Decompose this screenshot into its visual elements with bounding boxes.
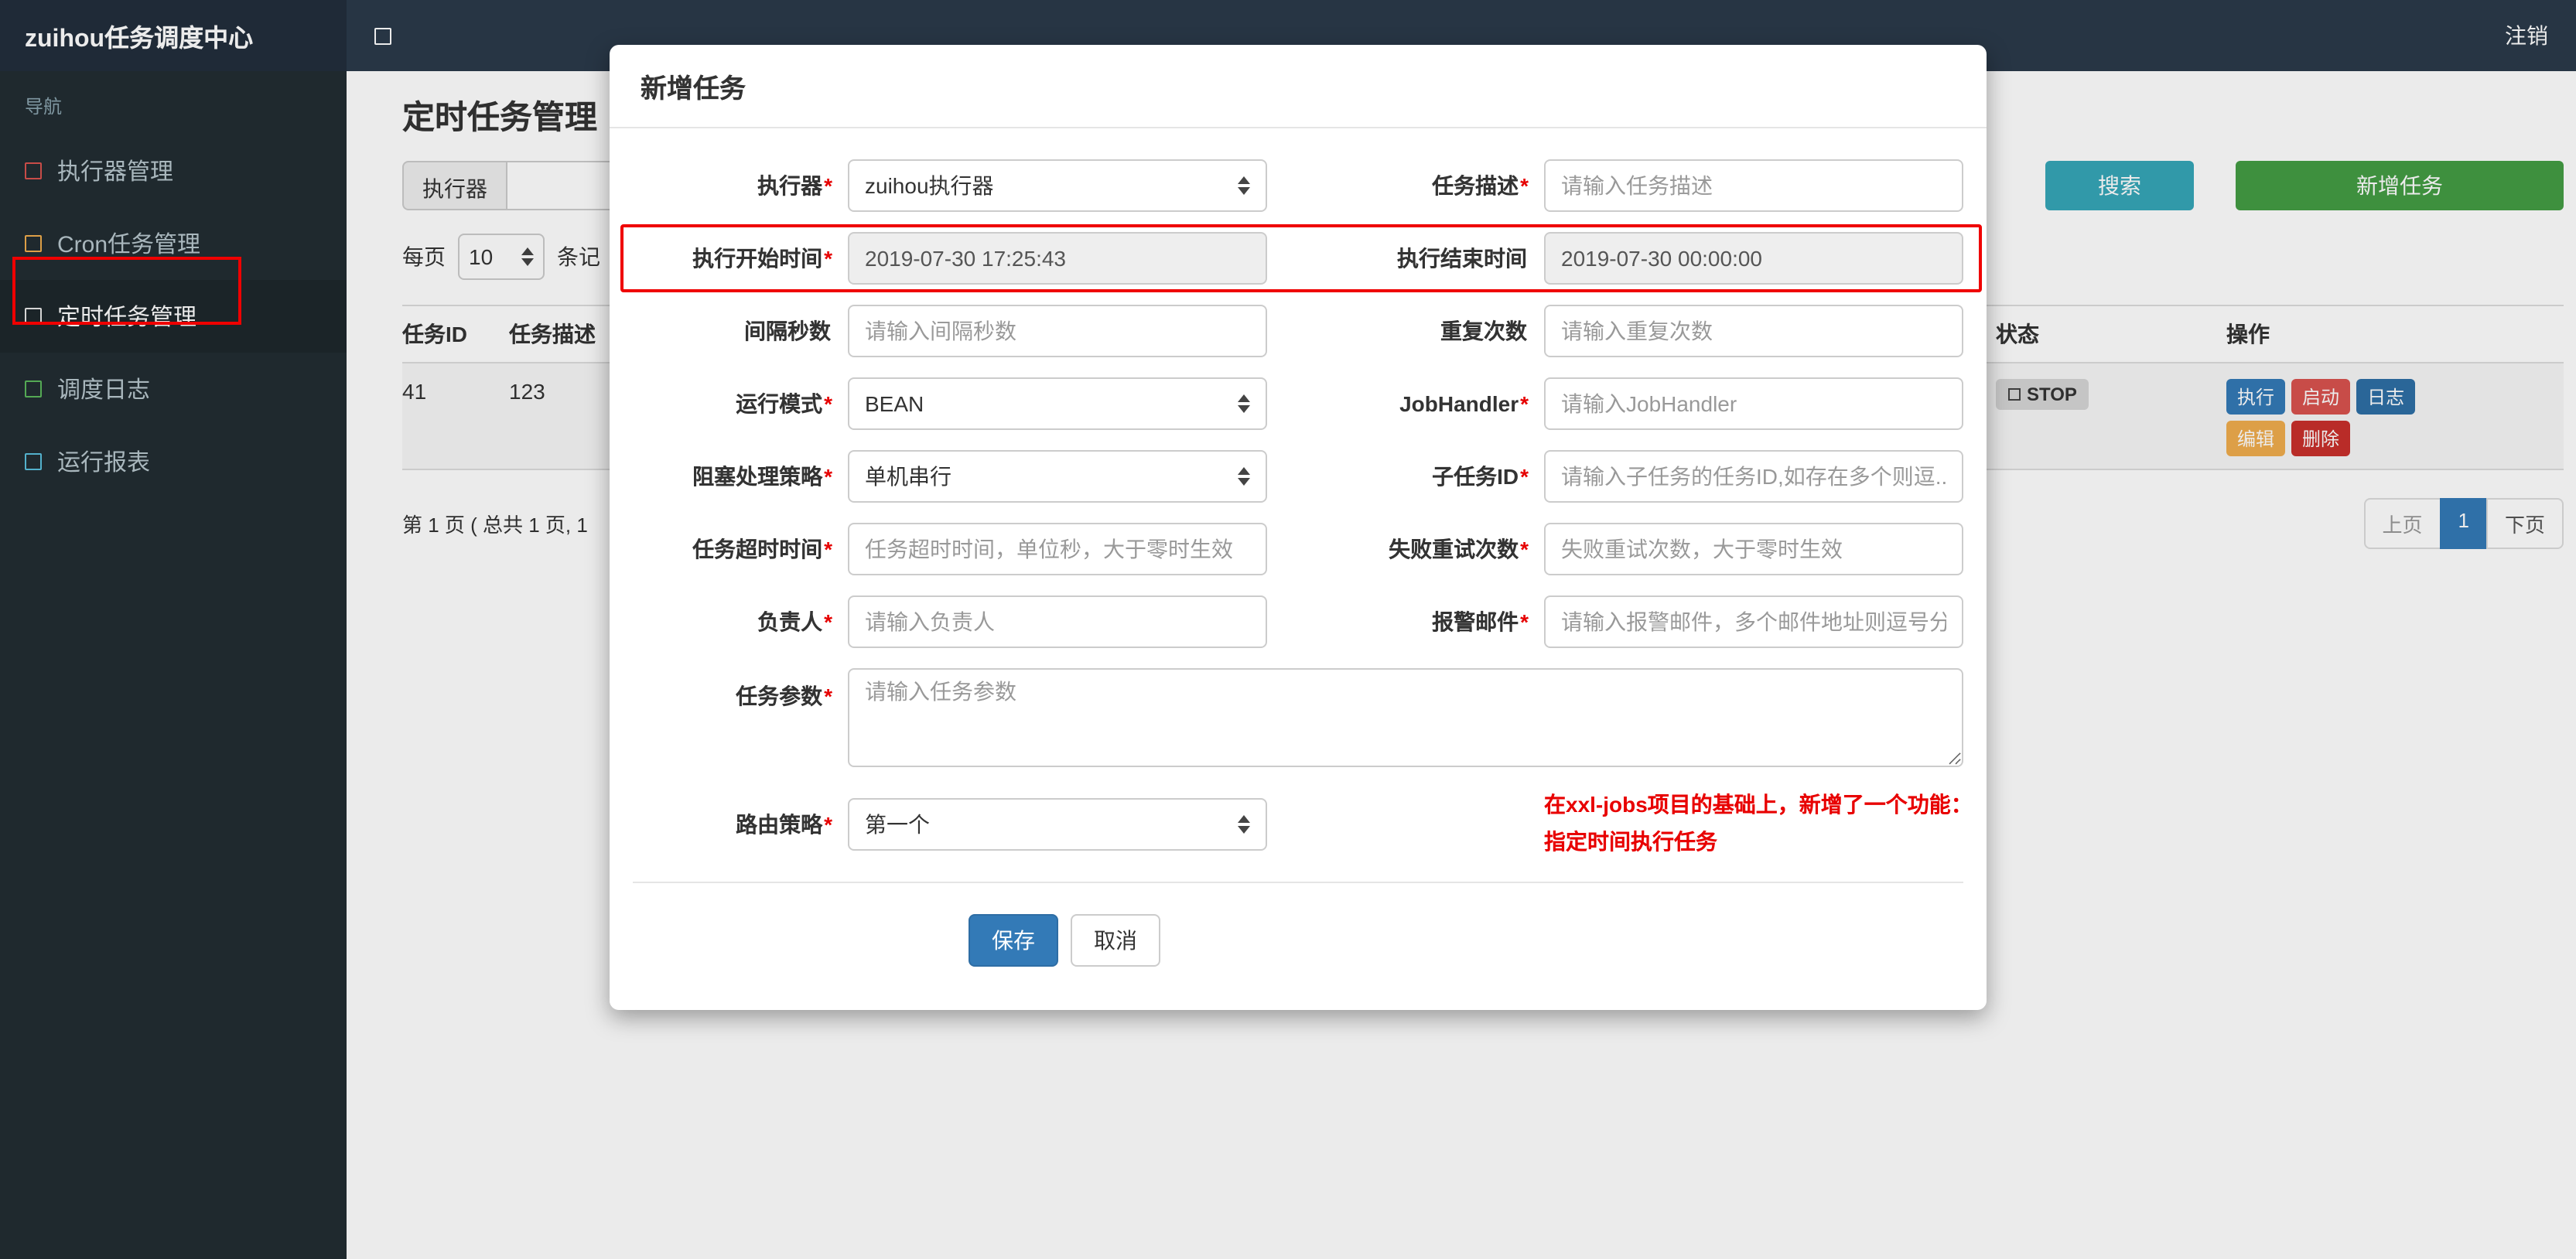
start-time-input[interactable] — [848, 232, 1267, 285]
form-row-owner-email: 负责人* 报警邮件* — [633, 595, 1963, 648]
job-desc-input[interactable] — [1544, 159, 1963, 212]
timeout-input[interactable] — [848, 523, 1267, 575]
form-row-block-childjob: 阻塞处理策略 * 单机串行 子任务ID * — [633, 450, 1963, 503]
block-strategy-label: 阻塞处理策略 * — [692, 464, 832, 489]
modal-body: 执行器* zuihou执行器 任务描述* 执行开始时间* 执行结束时间 间隔秒数… — [610, 128, 1987, 1009]
save-button[interactable]: 保存 — [969, 913, 1058, 967]
form-row-job-param: 任务参数 * — [633, 668, 1963, 767]
modal-divider — [633, 881, 1963, 883]
repeat-label: 重复次数 — [1440, 319, 1527, 343]
owner-label: 负责人 * — [757, 609, 832, 634]
alarm-email-label: 报警邮件 * — [1432, 609, 1529, 634]
route-strategy-select[interactable]: 第一个 — [848, 797, 1267, 851]
executor-select[interactable]: zuihou执行器 — [848, 159, 1267, 212]
modal-title: 新增任务 — [641, 74, 746, 104]
interval-label: 间隔秒数 — [744, 319, 831, 343]
add-task-modal: 新增任务 执行器* zuihou执行器 任务描述* 执行开始时间* 执行结束时间 — [610, 45, 1987, 1010]
feature-note: 在xxl-jobs项目的基础上，新增了一个功能： 指定时间执行任务 — [1544, 792, 1973, 854]
form-row-interval-repeat: 间隔秒数 重复次数 — [633, 305, 1963, 357]
form-row-executor-desc: 执行器 * zuihou执行器 任务描述 * — [633, 159, 1963, 212]
modal-header: 新增任务 — [610, 45, 1987, 128]
form-row-time: 执行开始时间* 执行结束时间 — [620, 224, 1982, 292]
executor-label: 执行器 * — [757, 173, 832, 198]
select-caret-icon — [1238, 814, 1250, 834]
job-desc-label: 任务描述 * — [1432, 173, 1529, 198]
form-row-route-strategy: 路由策略 * 第一个 在xxl-jobs项目的基础上，新增了一个功能： 指定时间执… — [633, 787, 1973, 861]
child-job-label: 子任务ID * — [1432, 464, 1529, 489]
block-strategy-select[interactable]: 单机串行 — [848, 450, 1267, 503]
retry-input[interactable] — [1544, 523, 1963, 575]
job-handler-input[interactable] — [1544, 377, 1963, 430]
repeat-input[interactable] — [1544, 305, 1963, 357]
select-caret-icon — [1238, 467, 1250, 486]
interval-input[interactable] — [848, 305, 1267, 357]
form-row-timeout-retry: 任务超时时间* 失败重试次数* — [633, 523, 1963, 575]
owner-input[interactable] — [848, 595, 1267, 648]
end-time-label: 执行结束时间 — [1397, 246, 1527, 271]
select-caret-icon — [1238, 394, 1250, 413]
run-mode-label: 运行模式 * — [736, 391, 832, 416]
alarm-email-input[interactable] — [1544, 595, 1963, 648]
timeout-label: 任务超时时间 * — [692, 537, 832, 561]
job-handler-label: JobHandler * — [1399, 391, 1529, 416]
app: zuihou任务调度中心 注销 导航 执行器管理 Cron任务管理 定时任务管理… — [0, 0, 2576, 1259]
route-strategy-label: 路由策略 * — [736, 811, 832, 837]
select-caret-icon — [1238, 176, 1250, 195]
run-mode-select[interactable]: BEAN — [848, 377, 1267, 430]
job-param-textarea[interactable] — [848, 668, 1963, 767]
retry-label: 失败重试次数 * — [1389, 537, 1529, 561]
start-time-label: 执行开始时间 * — [692, 246, 832, 271]
form-row-runmode-handler: 运行模式 * BEAN JobHandler * — [633, 377, 1963, 430]
child-job-input[interactable] — [1544, 450, 1963, 503]
cancel-button[interactable]: 取消 — [1071, 913, 1160, 967]
modal-footer: 保存 取消 — [633, 913, 1963, 1009]
end-time-input[interactable] — [1544, 232, 1963, 285]
job-param-label: 任务参数 * — [736, 684, 832, 708]
